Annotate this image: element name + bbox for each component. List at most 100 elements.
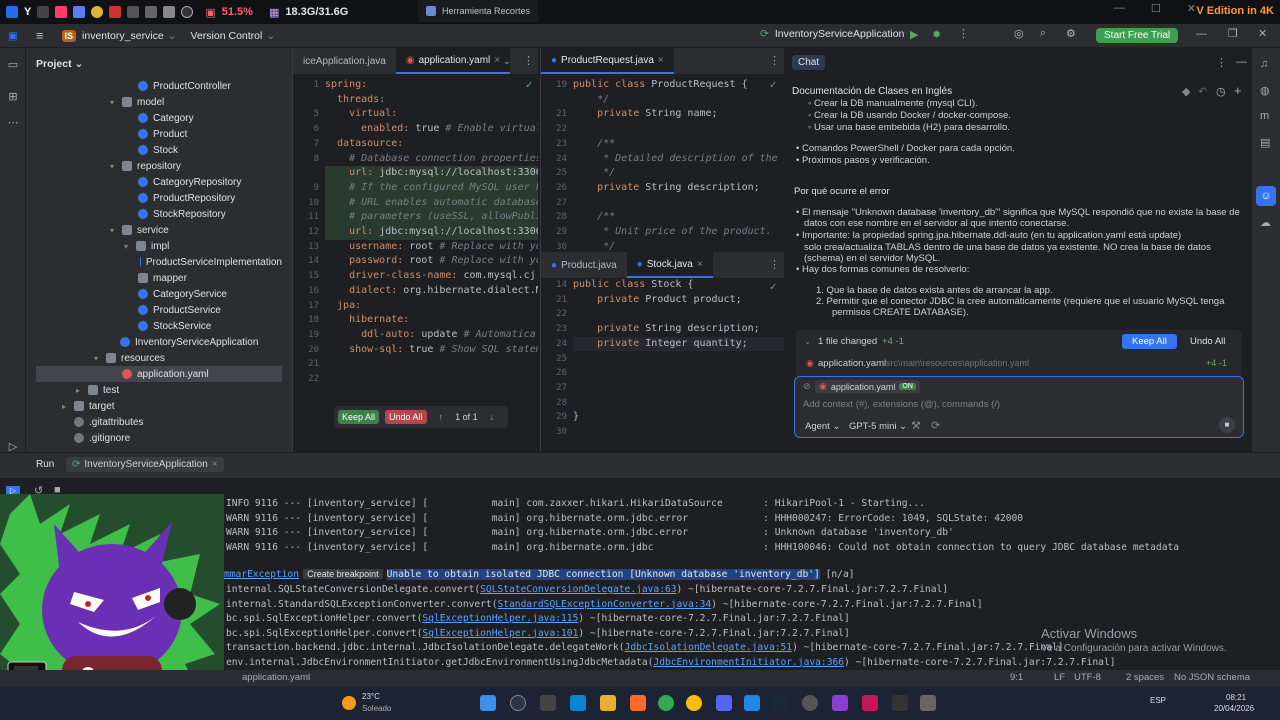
chat-tab[interactable]: Chat	[792, 55, 826, 70]
changed-file-name[interactable]: application.yaml	[818, 358, 886, 369]
tree-item[interactable]: ProductServiceImplementation	[36, 254, 282, 270]
indent[interactable]: 2 spaces	[1126, 672, 1164, 683]
start-free-trial-button[interactable]: Start Free Trial	[1096, 28, 1179, 43]
task-view-icon[interactable]	[540, 695, 556, 711]
project-selector[interactable]: IS inventory_service ⌄	[61, 29, 177, 42]
vscode-icon[interactable]	[744, 695, 760, 711]
maximize-icon[interactable]: ☐	[1151, 2, 1161, 15]
trace-source-link[interactable]: SQLStateConversionDelegate.java:63	[480, 584, 676, 595]
trace-source-link[interactable]: SqlExceptionHelper.java:115	[422, 613, 578, 624]
tab-list-icon[interactable]: ⌄	[503, 56, 511, 67]
attach-icon[interactable]: ⊘	[803, 381, 811, 392]
hamburger-menu-icon[interactable]: ≡	[36, 28, 44, 43]
status-file[interactable]: application.yaml	[242, 672, 310, 683]
grid-icon[interactable]	[37, 6, 50, 18]
run-tab[interactable]: Run	[36, 459, 54, 470]
ide-logo-icon[interactable]: ▣	[8, 30, 18, 42]
maven-icon[interactable]: m	[1260, 110, 1269, 122]
tree-item[interactable]: ▾ service	[36, 222, 282, 238]
tree-item[interactable]: StockRepository	[36, 206, 282, 222]
agent-mode-selector[interactable]: Agent ⌄	[805, 421, 840, 432]
power-icon[interactable]	[181, 6, 194, 18]
close-icon[interactable]: ✕	[1187, 2, 1196, 15]
pin-icon[interactable]: ◆	[1182, 85, 1190, 98]
tree-item[interactable]: CategoryRepository	[36, 174, 282, 190]
tab-close-icon[interactable]: ×	[658, 55, 664, 66]
chat-more-icon[interactable]: ⋮	[1216, 56, 1227, 69]
cloud-icon[interactable]: ☁	[1260, 216, 1271, 229]
store-icon[interactable]	[570, 695, 586, 711]
tree-item[interactable]: Product	[36, 126, 282, 142]
tree-item[interactable]: ▾ resources	[36, 350, 282, 366]
trace-source-link[interactable]: JdbcIsolationDelegate.java:51	[625, 642, 793, 653]
ide-restore-icon[interactable]: ❐	[1228, 27, 1238, 40]
chrome-icon[interactable]	[91, 6, 104, 18]
tree-item[interactable]: StockService	[36, 318, 282, 334]
ai-chat-icon[interactable]: ▤	[1260, 136, 1270, 149]
previous-change-icon[interactable]: ↑	[439, 412, 444, 422]
minimize-icon[interactable]: —	[1114, 2, 1125, 15]
tree-item[interactable]: Category	[36, 110, 282, 126]
keep-all-button[interactable]: Keep All	[338, 410, 380, 424]
taskbar-search-icon[interactable]	[510, 695, 526, 711]
tab-application-java[interactable]: iceApplication.java	[293, 48, 396, 74]
line-endings[interactable]: LF	[1054, 672, 1065, 683]
model-selector[interactable]: GPT-5 mini ⌄	[849, 421, 907, 432]
tree-item[interactable]: .gitattributes	[36, 414, 282, 430]
explorer-icon[interactable]	[600, 695, 616, 711]
tree-item[interactable]: ProductRepository	[36, 190, 282, 206]
stock-editor[interactable]: ● Product.java ● Stock.java × ⋮ ✓ 14 publ…	[540, 252, 784, 452]
collapse-icon[interactable]: ⌄	[804, 337, 811, 346]
editor-menu-icon[interactable]: ⋮	[769, 54, 780, 67]
app-icon-grey[interactable]	[920, 695, 936, 711]
drop-icon[interactable]	[127, 6, 140, 18]
tree-item[interactable]: InventoryServiceApplication	[36, 334, 282, 350]
terminal-icon[interactable]: ▷	[6, 440, 20, 453]
chat-keep-all-button[interactable]: Keep All	[1122, 334, 1177, 349]
run-config-selector[interactable]: ⟳ InventoryServiceApplication ⌄	[760, 28, 917, 40]
undo-all-button[interactable]: Undo All	[385, 410, 427, 424]
editor-menu-icon[interactable]: ⋮	[523, 54, 534, 67]
debug-icon[interactable]: ✹	[932, 28, 941, 41]
context-chip[interactable]: ◉ application.yaml ON	[815, 380, 920, 393]
create-breakpoint-button[interactable]: Create breakpoint	[303, 569, 383, 579]
search-icon[interactable]: ⌕	[1040, 27, 1046, 40]
tree-item[interactable]: mapper	[36, 270, 282, 286]
chrome-alt-icon[interactable]	[686, 695, 702, 711]
trace-source-link[interactable]: StandardSQLExceptionConverter.java:34	[497, 599, 711, 610]
undo-icon[interactable]: ↶	[1198, 85, 1207, 98]
tree-item[interactable]: ▾ repository	[36, 158, 282, 174]
tab-stock-java[interactable]: ● Stock.java ×	[626, 252, 713, 278]
trace-source-link[interactable]: SqlExceptionHelper.java:101	[422, 628, 578, 639]
app-icon-pink[interactable]	[862, 695, 878, 711]
app-icon-orange[interactable]	[630, 695, 646, 711]
tree-item[interactable]: application.yaml	[36, 366, 282, 382]
vcs-selector[interactable]: Version Control ⌄	[191, 30, 276, 42]
tab-application-yaml[interactable]: ◉ application.yaml ×	[395, 48, 511, 74]
next-change-icon[interactable]: ↓	[490, 412, 495, 422]
ide-close-icon[interactable]: ✕	[1258, 27, 1267, 40]
clock-time[interactable]: 08:21	[1226, 693, 1246, 702]
weather-sun-icon[interactable]	[342, 696, 356, 710]
copilot-icon[interactable]: ☺	[1256, 186, 1276, 206]
tab-close-icon[interactable]: ×	[494, 55, 500, 66]
ide-minimize-icon[interactable]: —	[1196, 28, 1207, 40]
tools-icon[interactable]: ⚒	[911, 419, 921, 432]
tree-item[interactable]: ProductService	[36, 302, 282, 318]
gamepad-icon[interactable]	[73, 6, 86, 18]
notifications-icon[interactable]: ♫	[1260, 58, 1268, 70]
heart-icon[interactable]	[55, 6, 68, 18]
refresh-icon[interactable]: ⟳	[931, 419, 940, 432]
tree-item[interactable]: CategoryService	[36, 286, 282, 302]
app-icon[interactable]	[6, 6, 18, 18]
json-schema[interactable]: No JSON schema	[1174, 672, 1250, 683]
tree-item[interactable]: ▸ target	[36, 398, 282, 414]
tree-item[interactable]: ▾ model	[36, 94, 282, 110]
chat-undo-all-button[interactable]: Undo All	[1190, 336, 1225, 347]
chrome-taskbar-icon[interactable]	[658, 695, 674, 711]
steam-icon[interactable]	[772, 695, 788, 711]
tree-item[interactable]: Stock	[36, 142, 282, 158]
run-config-tab[interactable]: ⟳ InventoryServiceApplication ×	[66, 457, 224, 472]
tree-item[interactable]: .gitignore	[36, 430, 282, 446]
more-tools-icon[interactable]: ⋯	[6, 116, 20, 129]
